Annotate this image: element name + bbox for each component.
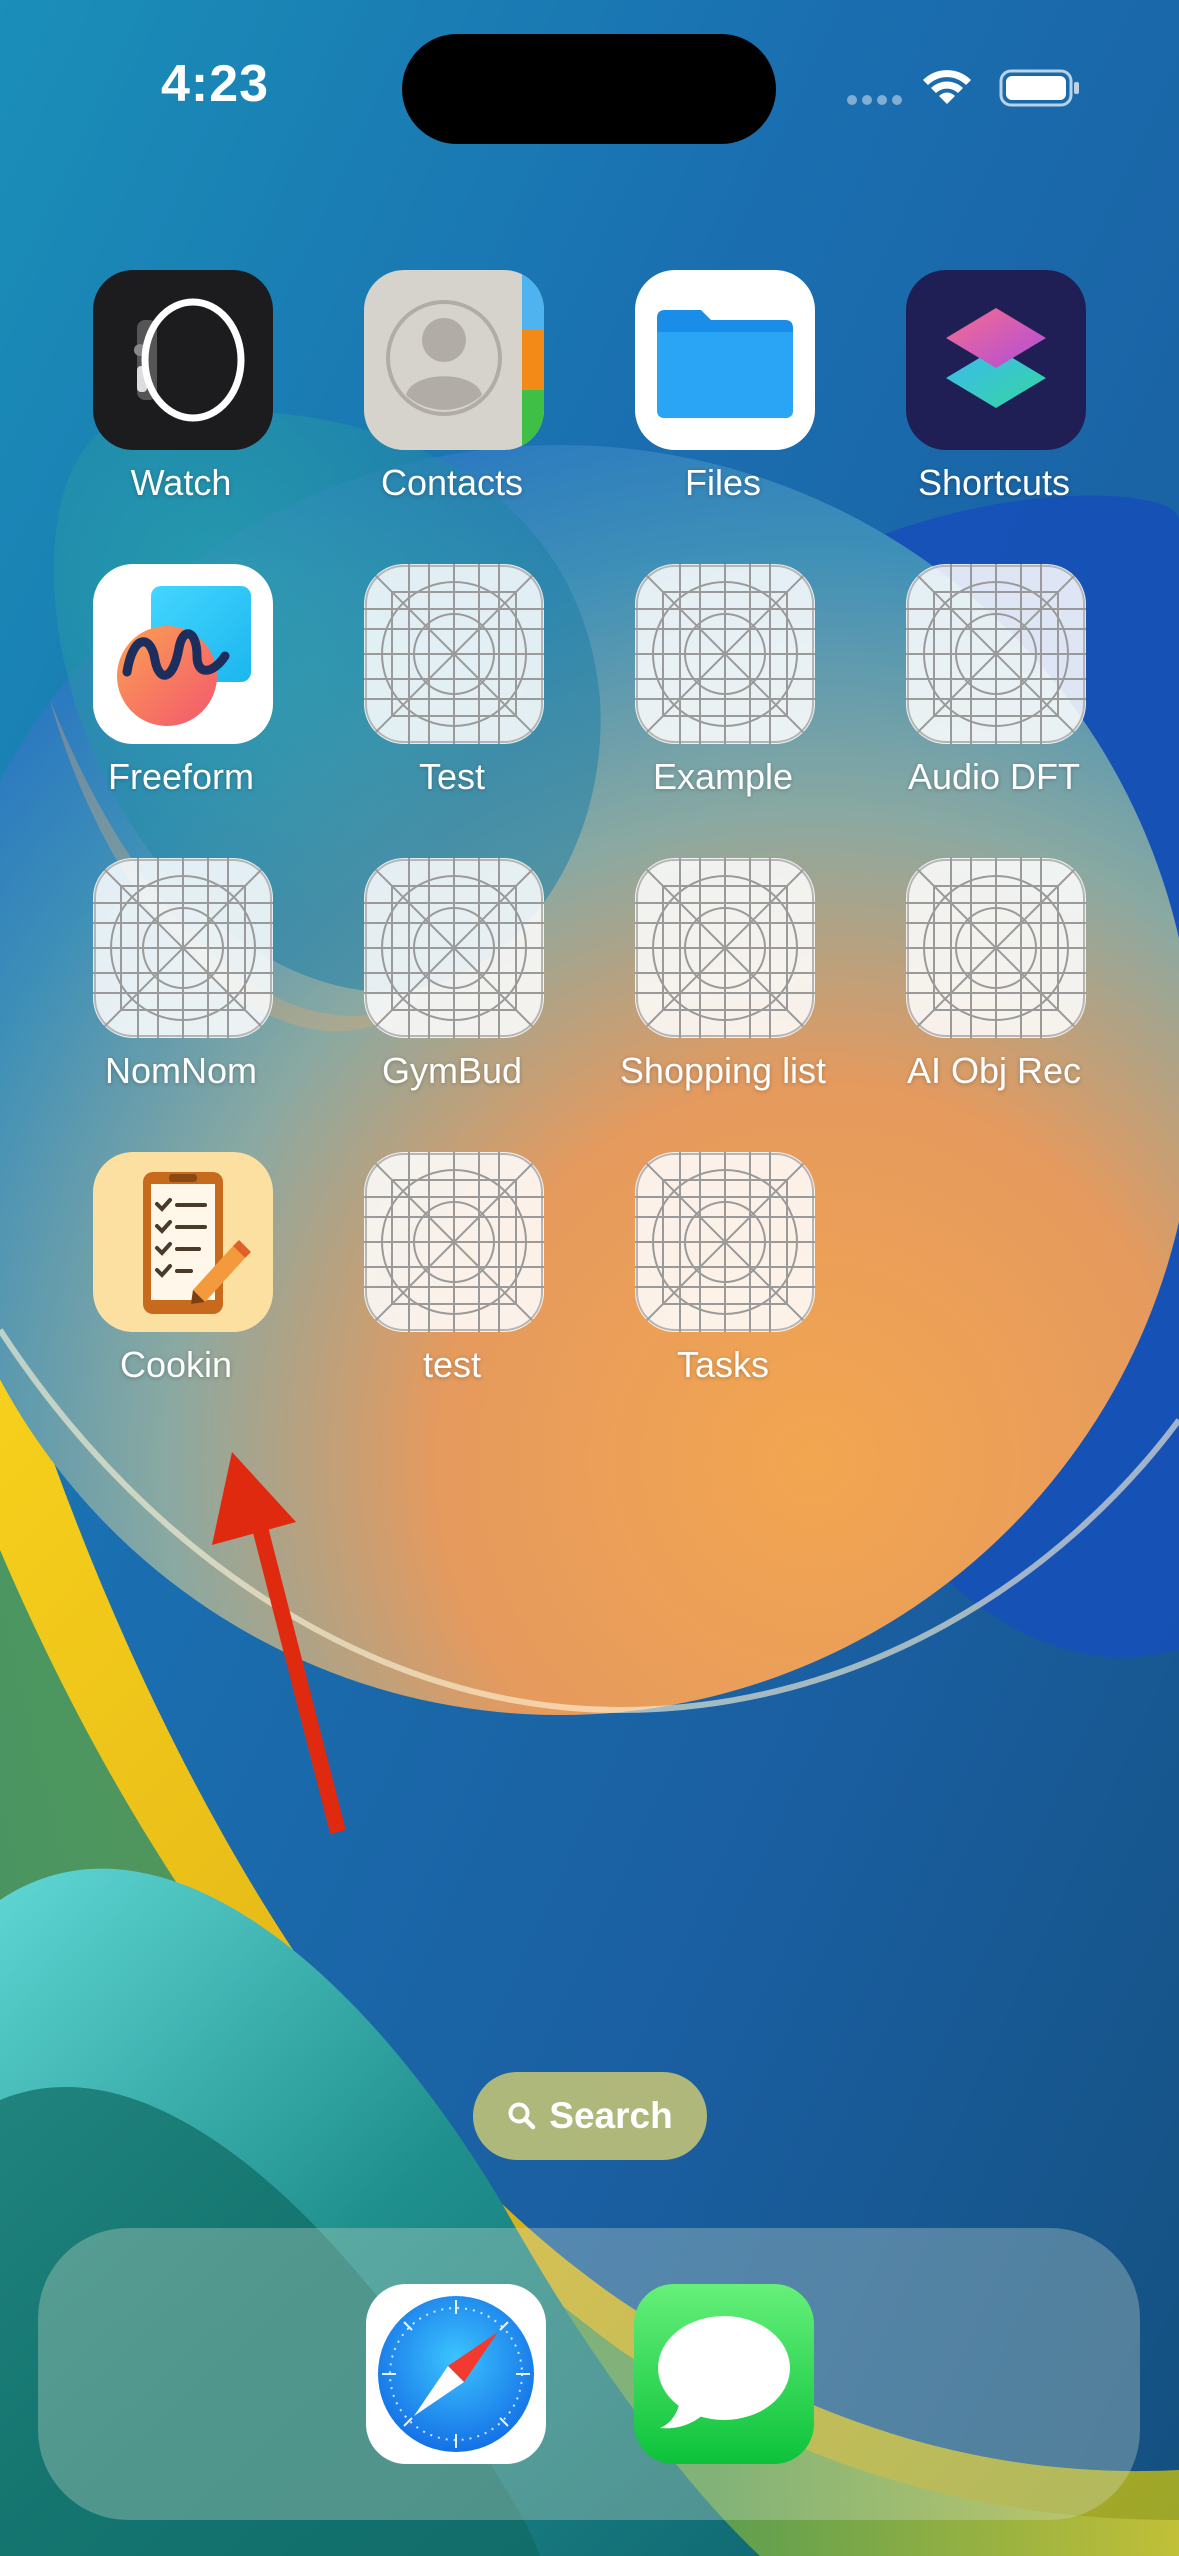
cellular-dots-icon (847, 95, 902, 105)
app-contacts[interactable]: Contacts (290, 270, 560, 530)
app-shopping-list[interactable]: Shopping list (561, 858, 831, 1118)
app-example[interactable]: Example (561, 564, 831, 824)
freeform-app-icon (93, 564, 273, 744)
status-indicators (840, 62, 1090, 112)
shortcuts-app-icon (906, 270, 1086, 450)
safari-compass-icon[interactable] (366, 2284, 546, 2464)
app-shortcuts[interactable]: Shortcuts (832, 270, 1102, 530)
placeholder-grid-icon (906, 858, 1086, 1038)
placeholder-grid-icon (635, 858, 815, 1038)
app-ai-obj-rec[interactable]: AI Obj Rec (832, 858, 1102, 1118)
status-time: 4:23 (160, 55, 270, 113)
app-label: Audio DFT (907, 756, 1081, 797)
placeholder-grid-icon (364, 858, 544, 1038)
battery-full-icon (999, 69, 1079, 107)
placeholder-grid-icon (364, 564, 544, 744)
cookin-checklist-app-icon (93, 1152, 273, 1332)
app-watch[interactable]: Watch (19, 270, 289, 530)
app-test[interactable]: Test (290, 564, 560, 824)
app-tasks[interactable]: Tasks (561, 1152, 831, 1412)
search-button[interactable]: Search (473, 2072, 707, 2160)
app-files[interactable]: Files (561, 270, 831, 530)
dock (38, 2228, 1140, 2520)
placeholder-grid-icon (364, 1152, 544, 1332)
placeholder-grid-icon (906, 564, 1086, 744)
app-nomnom[interactable]: NomNom (19, 858, 289, 1118)
files-app-icon (635, 270, 815, 450)
dynamic-island (402, 34, 776, 144)
app-test-lowercase[interactable]: test (290, 1152, 560, 1412)
placeholder-grid-icon (635, 564, 815, 744)
contacts-app-icon (364, 270, 544, 450)
app-gymbud[interactable]: GymBud (290, 858, 560, 1118)
search-label: Search (549, 2095, 673, 2136)
app-audio-dft[interactable]: Audio DFT (832, 564, 1102, 824)
messages-bubble-icon[interactable] (634, 2284, 814, 2464)
watch-app-icon (93, 270, 273, 450)
app-label: Shortcuts (917, 462, 1071, 503)
app-cookin[interactable]: Cookin (19, 1152, 289, 1412)
app-label: Tasks (676, 1344, 770, 1385)
app-freeform[interactable]: Freeform (19, 564, 289, 824)
app-label: AI Obj Rec (906, 1050, 1082, 1091)
wifi-icon (923, 70, 971, 104)
placeholder-grid-icon (635, 1152, 815, 1332)
search-icon (508, 2102, 536, 2130)
placeholder-grid-icon (93, 858, 273, 1038)
